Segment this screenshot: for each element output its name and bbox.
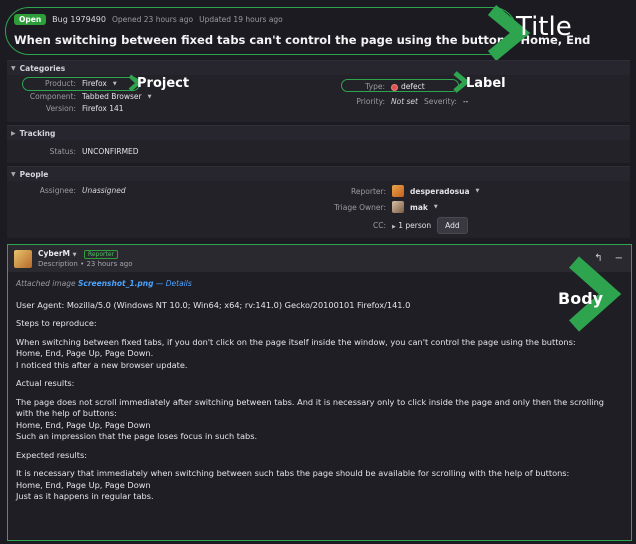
people-header[interactable]: ▼ People: [7, 167, 630, 181]
defect-icon: [391, 83, 398, 91]
status-badge: Open: [14, 14, 47, 25]
severity-value: --: [462, 97, 469, 106]
people-heading: People: [19, 169, 49, 179]
page-title: When switching between fixed tabs can't …: [14, 33, 591, 47]
attachment-line: Attached image Screenshot_1.png — Detail…: [16, 278, 623, 290]
user-agent-line: User Agent: Mozilla/5.0 (Windows NT 10.0…: [16, 299, 411, 310]
product-value[interactable]: Firefox: [82, 79, 107, 88]
type-label: Type:: [365, 82, 385, 91]
reporter-value[interactable]: desperadosua: [410, 187, 470, 196]
chevron-right-icon: ▶: [392, 224, 396, 230]
priority-label: Priority:: [356, 97, 385, 106]
expected-heading: Expected results:: [16, 449, 87, 460]
steps-line-3: I noticed this after a new browser updat…: [16, 359, 188, 370]
component-row: Component: Tabbed Browser ▼: [20, 92, 152, 101]
chevron-down-icon: ▼: [11, 170, 16, 178]
status-row: Status: UNCONFIRMED: [20, 147, 139, 156]
cc-label: CC:: [372, 221, 386, 230]
chevron-down-icon[interactable]: ▼: [434, 204, 438, 210]
severity-label: Severity:: [424, 97, 457, 106]
steps-line-2: Home, End, Page Up, Page Down.: [16, 348, 154, 358]
attachment-prefix: Attached image: [16, 279, 76, 288]
triage-row: Triage Owner: mak ▼: [330, 201, 438, 213]
avatar: [392, 185, 404, 197]
product-label: Product:: [44, 79, 76, 88]
chevron-down-icon[interactable]: ▼: [113, 81, 117, 87]
categories-header[interactable]: ▼ Categories: [7, 61, 630, 75]
cc-text: 1 person: [398, 221, 432, 230]
annotation-project: Project: [137, 76, 190, 91]
attachment-link[interactable]: Screenshot_1.png: [78, 279, 154, 288]
version-row: Version: Firefox 141: [20, 104, 124, 113]
chevron-down-icon[interactable]: ▼: [476, 188, 480, 194]
version-value: Firefox 141: [82, 104, 124, 113]
opened-time: Opened 23 hours ago: [111, 15, 194, 24]
attachment-details-link[interactable]: — Details: [156, 279, 192, 288]
steps-heading: Steps to reproduce:: [16, 318, 97, 328]
assignee-label: Assignee:: [39, 186, 76, 195]
status-label: Status:: [49, 147, 76, 156]
product-row: Product: Firefox ▼: [20, 79, 117, 88]
chevron-right-icon: ▶: [11, 129, 16, 137]
type-value[interactable]: defect: [391, 82, 425, 91]
bug-id[interactable]: Bug 1979490: [52, 15, 106, 24]
categories-heading: Categories: [19, 63, 66, 73]
avatar: [14, 249, 32, 268]
tracking-section: ▶ Tracking: [7, 125, 630, 163]
actual-line-3: Such an impression that the page loses f…: [16, 431, 258, 441]
comment-author[interactable]: CyberM: [38, 249, 70, 258]
expected-text: It is necessary that immediately when sw…: [16, 468, 623, 503]
actual-line-2: Home, End, Page Up, Page Down: [16, 419, 151, 430]
reporter-badge: Reporter: [83, 250, 119, 259]
actual-heading: Actual results:: [16, 378, 75, 388]
annotation-body: Body: [558, 289, 604, 308]
assignee-row: Assignee: Unassigned: [20, 186, 126, 195]
cc-row: CC: ▶ 1 person Add: [330, 217, 468, 234]
bug-header: Open Bug 1979490 Opened 23 hours ago Upd…: [5, 7, 591, 55]
actual-text: The page does not scroll immediately aft…: [16, 397, 623, 443]
expected-line-1: It is necessary that immediately when sw…: [16, 468, 570, 478]
annotation-title: Title: [516, 12, 572, 42]
steps-text: When switching between fixed tabs, if yo…: [16, 337, 623, 372]
chevron-down-icon: ▼: [11, 64, 16, 72]
priority-value: Not set: [391, 97, 418, 106]
reporter-row: Reporter: desperadosua ▼: [330, 185, 479, 197]
version-label: Version:: [45, 104, 76, 113]
steps-line-1: When switching between fixed tabs, if yo…: [16, 336, 576, 347]
cc-value[interactable]: ▶ 1 person: [392, 221, 431, 230]
description-comment: CyberM ▼ Reporter Description • 23 hours…: [7, 244, 632, 541]
triage-label: Triage Owner:: [334, 202, 386, 212]
tracking-heading: Tracking: [19, 128, 56, 138]
component-value[interactable]: Tabbed Browser: [82, 92, 142, 101]
people-section: ▼ People: [7, 166, 630, 238]
chevron-down-icon[interactable]: ▼: [148, 94, 152, 100]
status-value: UNCONFIRMED: [82, 147, 139, 156]
triage-value[interactable]: mak: [410, 203, 428, 212]
chevron-down-icon[interactable]: ▼: [73, 252, 77, 258]
avatar: [392, 201, 404, 213]
annotation-label: Label: [466, 76, 506, 91]
type-row: Type: defect: [341, 82, 425, 91]
expected-line-2: Home, End, Page Up, Page Down: [16, 479, 151, 490]
add-cc-button[interactable]: Add: [437, 217, 468, 234]
comment-header: CyberM ▼ Reporter Description • 23 hours…: [8, 245, 631, 272]
priority-row: Priority: Not set Severity: --: [341, 97, 468, 106]
reporter-label: Reporter:: [351, 186, 386, 196]
expected-line-3: Just as it happens in regular tabs.: [16, 491, 154, 501]
assignee-value: Unassigned: [82, 186, 126, 195]
comment-meta: Description • 23 hours ago: [38, 260, 133, 268]
tracking-header[interactable]: ▶ Tracking: [7, 126, 630, 140]
actual-line-1: The page does not scroll immediately aft…: [16, 396, 605, 419]
comment-body: Attached image Screenshot_1.png — Detail…: [8, 272, 631, 516]
type-text: defect: [401, 82, 425, 91]
updated-time: Updated 19 hours ago: [199, 15, 283, 24]
component-label: Component:: [29, 92, 76, 101]
